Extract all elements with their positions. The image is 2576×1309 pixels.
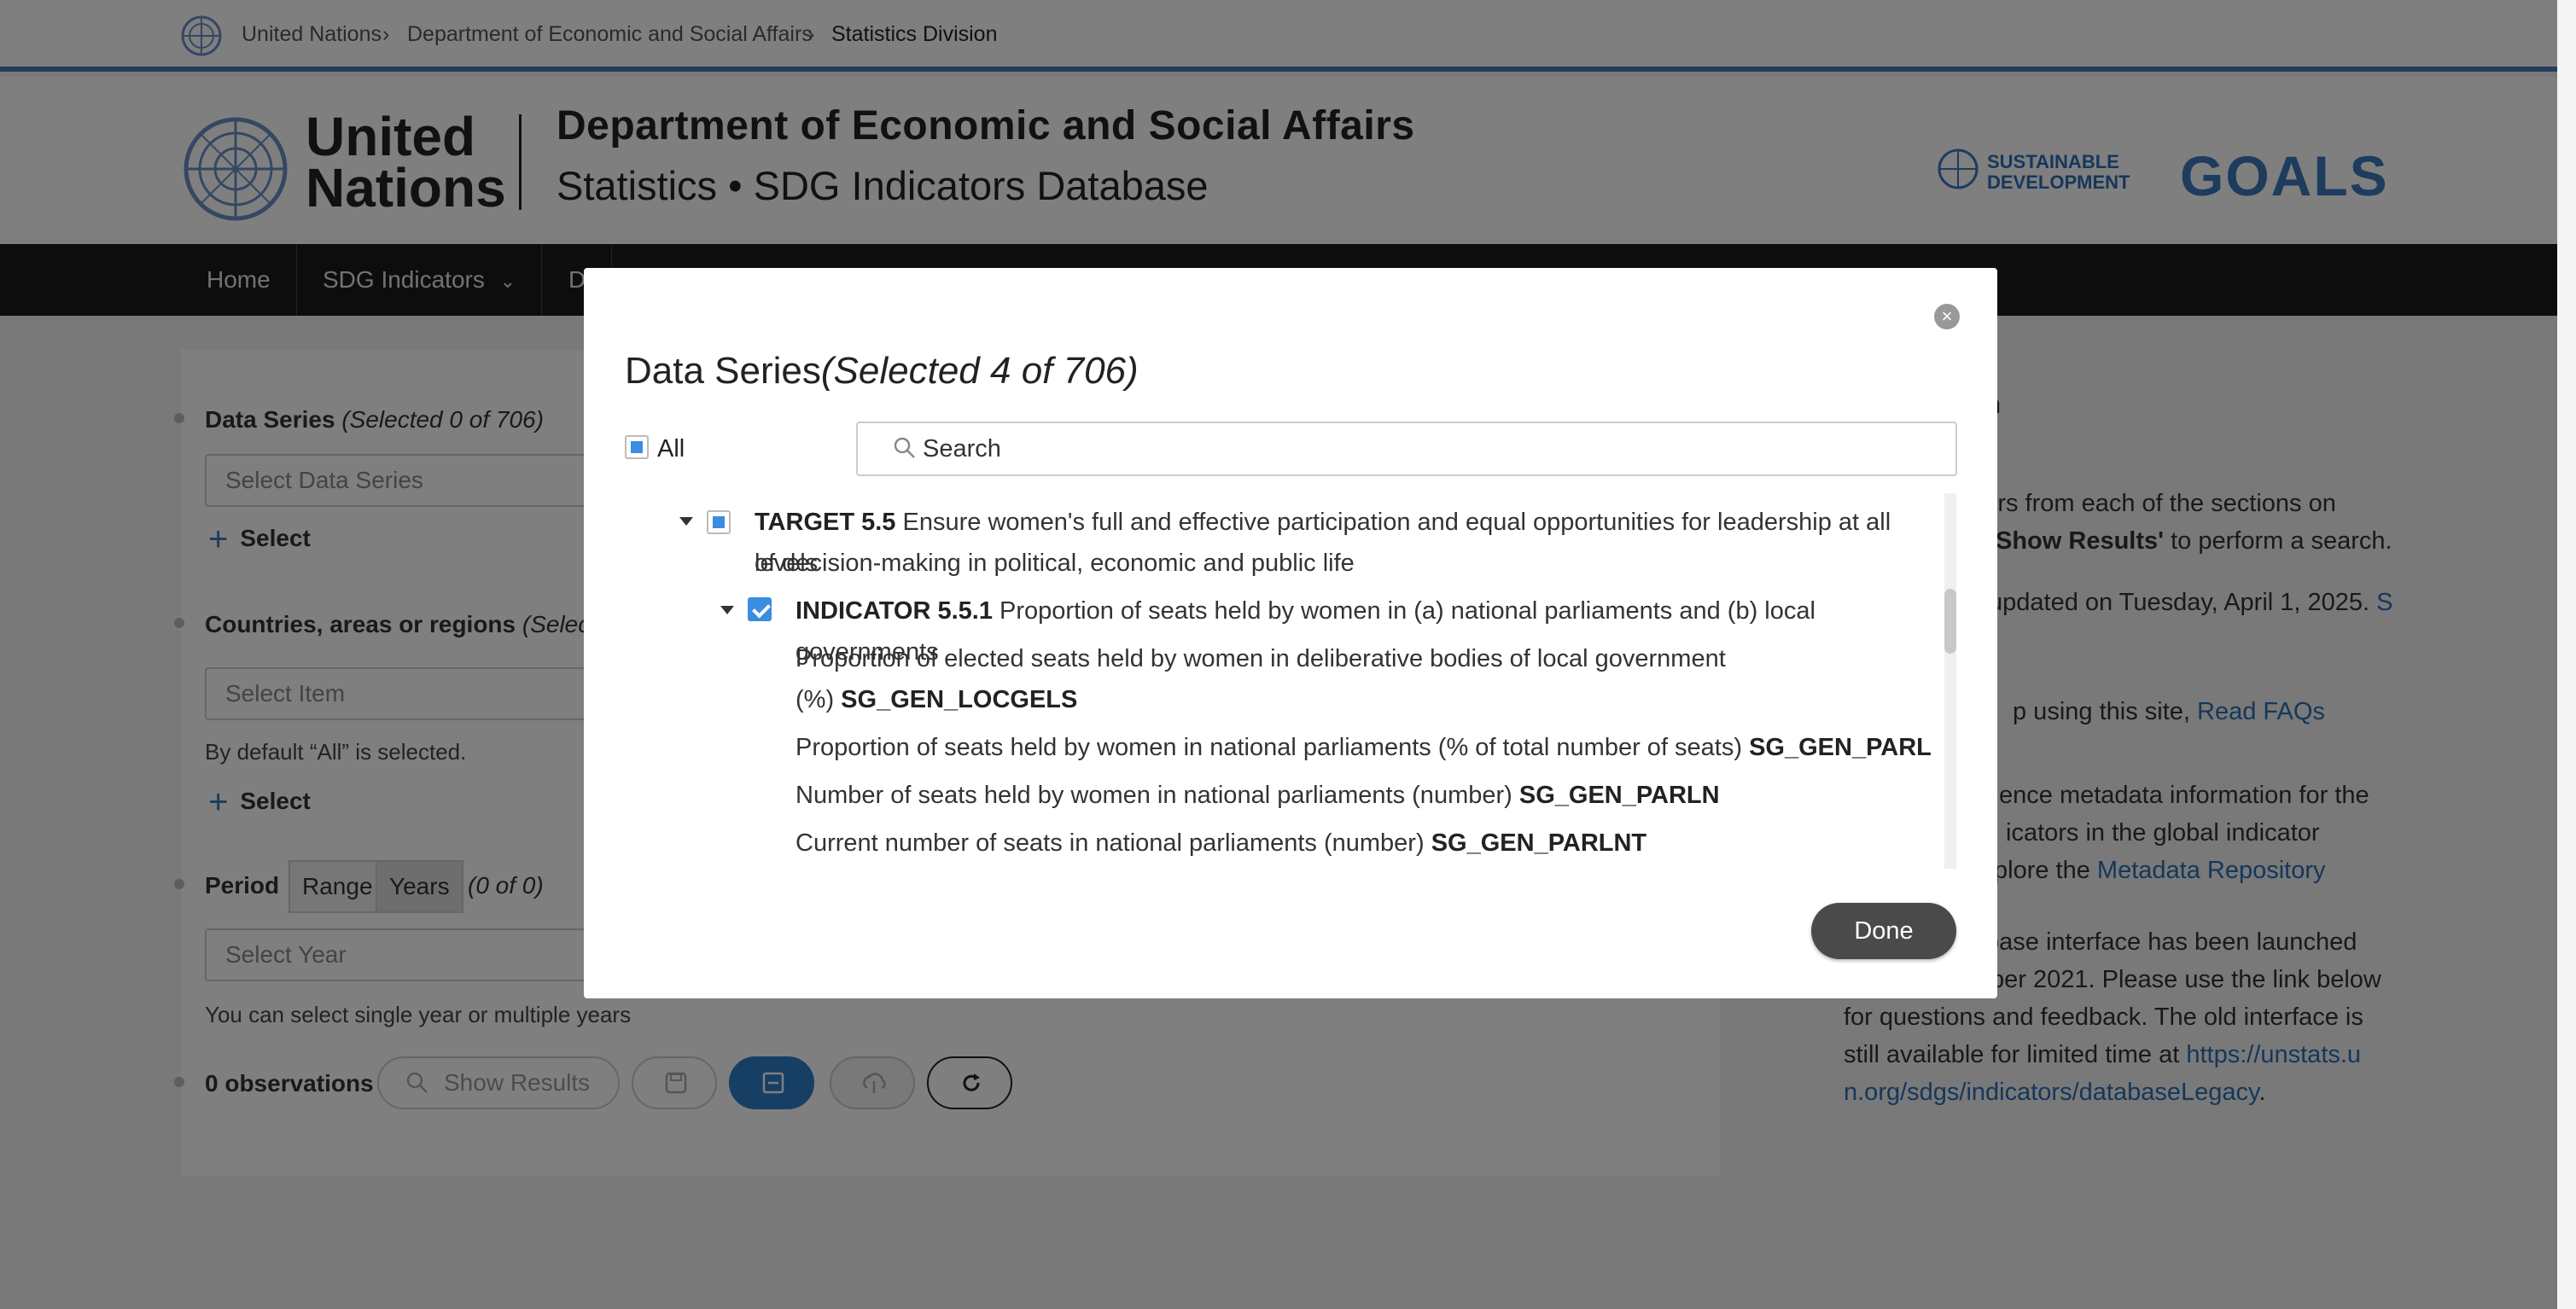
done-button[interactable]: Done: [1811, 903, 1956, 959]
series-row[interactable]: Proportion of seats held by women in nat…: [796, 727, 1932, 768]
modal-title: Data Series(Selected 4 of 706): [625, 350, 1139, 392]
series-row[interactable]: Number of seats held by women in nationa…: [796, 775, 1720, 816]
search-icon: [894, 437, 915, 458]
series-row-cont[interactable]: (%) SG_GEN_LOCGELS: [796, 679, 1077, 720]
series-tree: TARGET 5.5 Ensure women's full and effec…: [584, 492, 1949, 884]
close-icon[interactable]: ×: [1934, 304, 1960, 329]
data-series-modal: × Data Series(Selected 4 of 706) All Sea…: [584, 268, 1997, 998]
page-scrollbar[interactable]: [2557, 0, 2576, 1309]
select-all-label: All: [657, 435, 685, 463]
collapse-indicator-icon[interactable]: [720, 606, 734, 614]
series-row[interactable]: Current number of seats in national parl…: [796, 823, 1646, 864]
indicator-5-5-1-checkbox[interactable]: [748, 597, 772, 621]
series-row[interactable]: Proportion of elected seats held by wome…: [796, 638, 1726, 679]
series-search-input[interactable]: Search: [856, 422, 1957, 476]
target-5-5-row-cont: of decision-making in political, economi…: [755, 550, 1355, 577]
series-scrollbar[interactable]: [1944, 493, 1956, 869]
select-all-checkbox[interactable]: [625, 435, 649, 459]
scrollbar-thumb[interactable]: [1944, 589, 1956, 654]
target-5-5-checkbox[interactable]: [707, 510, 731, 534]
collapse-target-icon[interactable]: [679, 517, 693, 526]
